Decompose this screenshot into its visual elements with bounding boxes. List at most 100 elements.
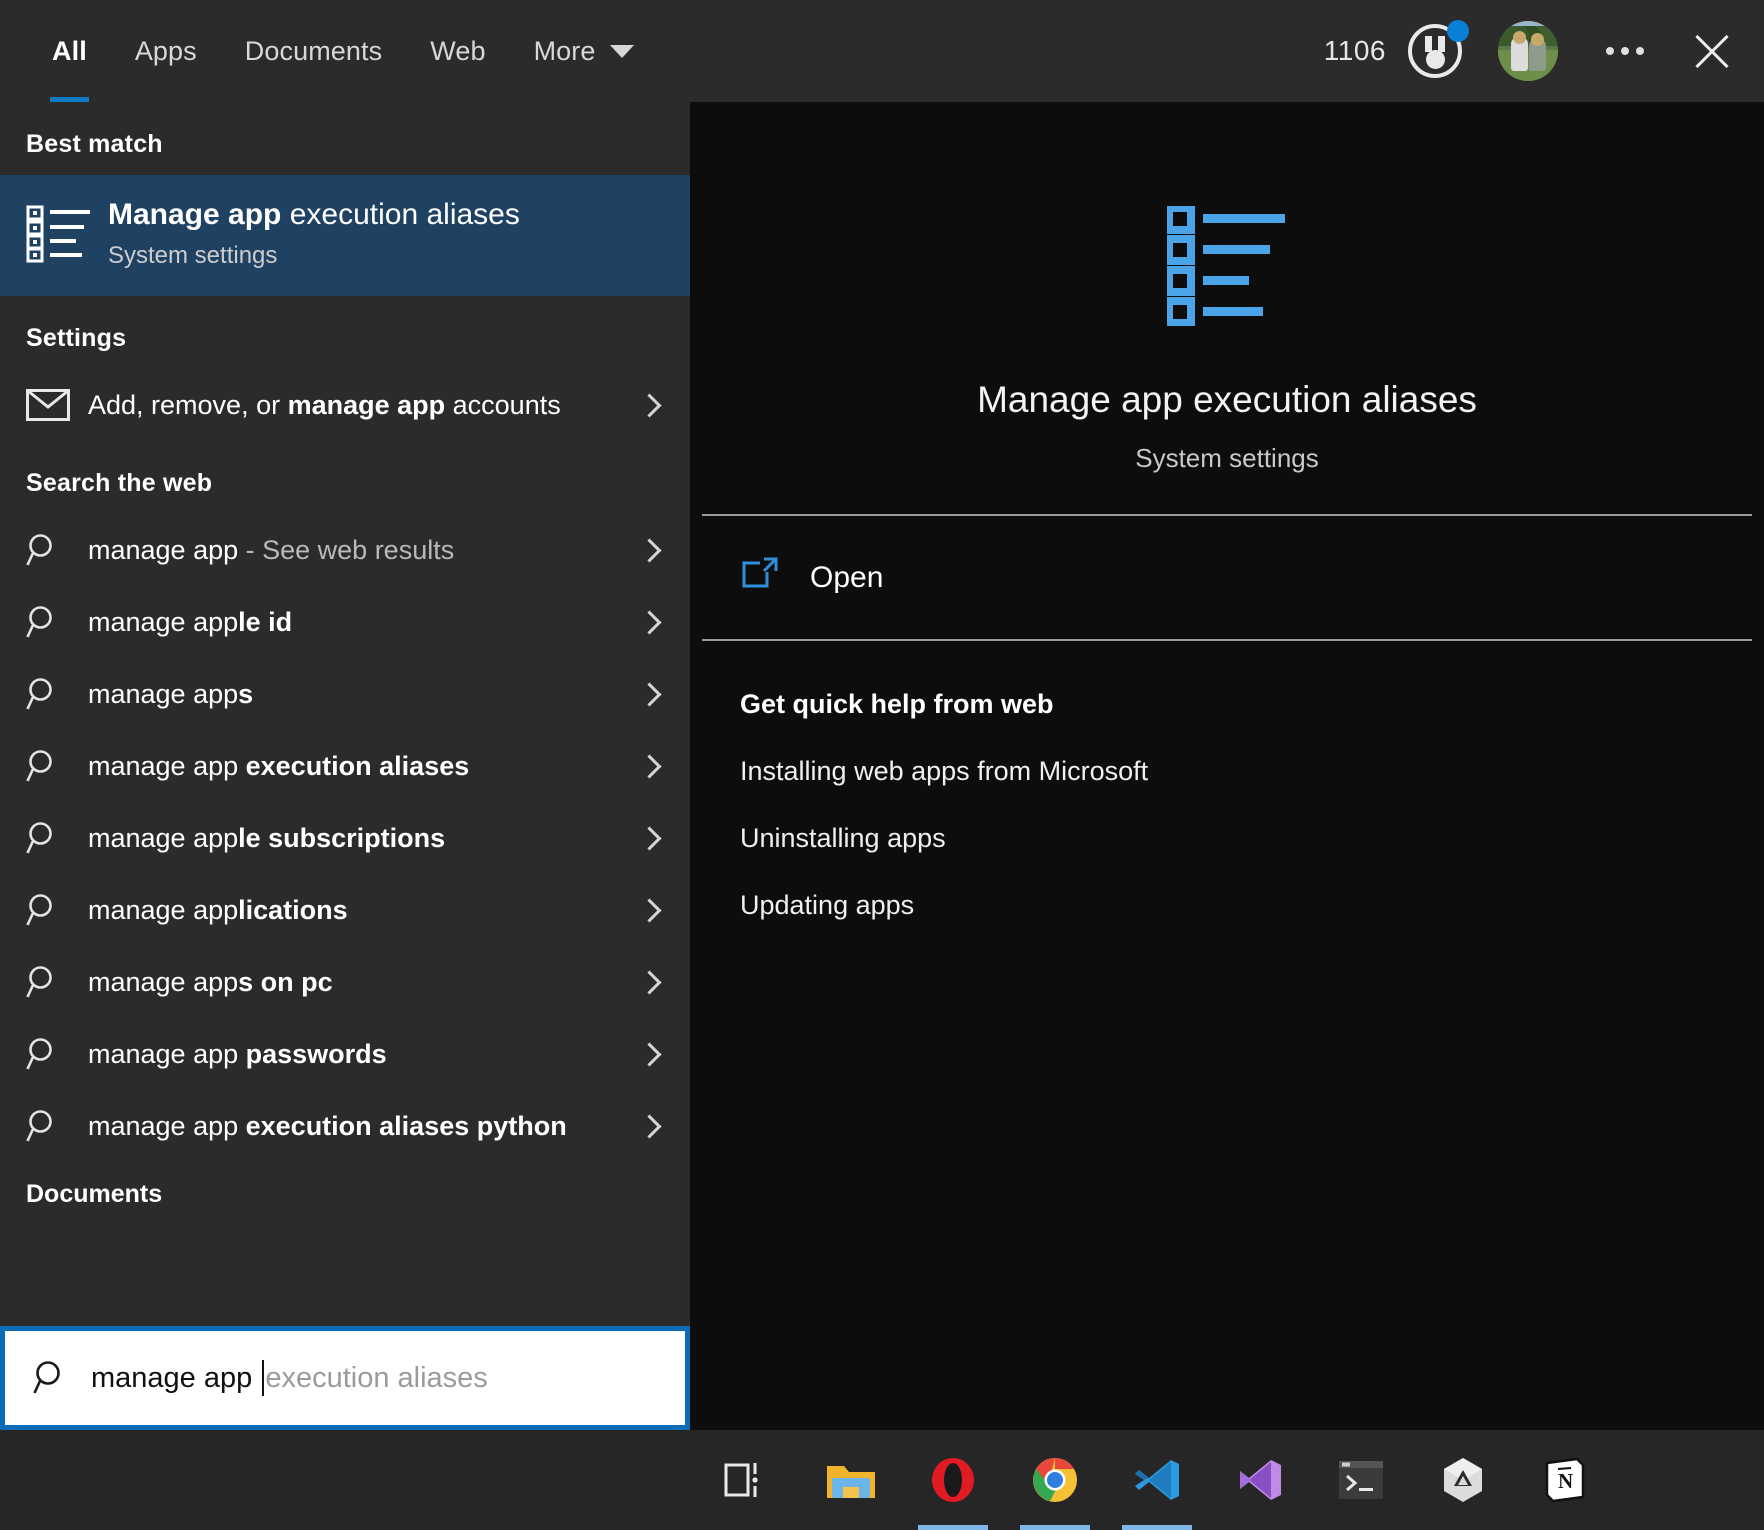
chevron-right-icon[interactable] xyxy=(636,681,662,707)
web-suggestion-bold: le id xyxy=(238,607,293,638)
best-match-title-bold: Manage app xyxy=(108,198,282,231)
chevron-right-icon[interactable] xyxy=(636,392,662,418)
web-suggestion-row[interactable]: manage apple subscriptions xyxy=(0,802,690,874)
chevron-right-icon[interactable] xyxy=(636,897,662,923)
preview-hero: Manage app execution aliases System sett… xyxy=(690,102,1764,514)
settings-result-manage-app-accounts[interactable]: Add, remove, or manage app accounts xyxy=(0,369,690,441)
chevron-down-icon xyxy=(609,44,634,58)
tab-more[interactable]: More xyxy=(510,0,658,102)
task-view-icon[interactable] xyxy=(690,1430,800,1530)
taskbar: N xyxy=(0,1430,1764,1530)
search-icon xyxy=(26,532,88,568)
header-actions: 1106 xyxy=(1324,20,1764,81)
chevron-right-icon[interactable] xyxy=(636,969,662,995)
avatar[interactable] xyxy=(1498,21,1558,81)
notification-badge xyxy=(1447,20,1469,42)
ellipsis-dot-1 xyxy=(1606,47,1614,55)
chevron-right-icon[interactable] xyxy=(636,537,662,563)
web-suggestion-bold: execution aliases python xyxy=(238,1111,567,1142)
chevron-right-icon[interactable] xyxy=(636,825,662,851)
external-link-icon xyxy=(740,556,810,599)
best-match-result[interactable]: Manage app execution aliases System sett… xyxy=(0,175,690,297)
help-link-installing-web-apps[interactable]: Installing web apps from Microsoft xyxy=(740,756,1764,787)
best-match-title: Manage app execution aliases xyxy=(108,197,520,232)
tab-documents-label: Documents xyxy=(244,35,383,66)
chevron-right-icon[interactable] xyxy=(636,753,662,779)
documents-header: Documents xyxy=(26,1180,163,1209)
web-suggestion-row[interactable]: manage app execution aliases xyxy=(0,730,690,802)
settings-result-prefix: Add, remove, or xyxy=(88,390,288,421)
web-suggestion-row[interactable]: manage apple id xyxy=(0,586,690,658)
web-suggestions-list: manage app - See web results manage apple… xyxy=(0,514,690,1162)
ellipsis-dot-3 xyxy=(1636,47,1644,55)
windows-search-overlay: All Apps Documents Web More 1106 Best ma… xyxy=(0,0,1764,1530)
chevron-right-icon[interactable] xyxy=(636,1041,662,1067)
avatar-person-two-head xyxy=(1531,33,1544,46)
web-suggestion-label: manage app passwords xyxy=(88,1036,636,1072)
web-suggestion-row[interactable]: manage applications xyxy=(0,874,690,946)
help-link-uninstalling-apps[interactable]: Uninstalling apps xyxy=(740,823,1764,854)
quick-help-section: Get quick help from web Installing web a… xyxy=(690,641,1764,921)
web-suggestion-dim: - See web results xyxy=(238,535,455,566)
vscode-icon[interactable] xyxy=(1106,1430,1208,1530)
web-suggestion-label: manage apps xyxy=(88,676,636,712)
search-icon xyxy=(26,892,88,928)
terminal-icon[interactable] xyxy=(1310,1430,1412,1530)
web-suggestion-normal: manage app xyxy=(88,967,239,998)
app-execution-aliases-list-icon xyxy=(26,197,92,268)
avatar-trees xyxy=(1498,25,1558,47)
web-suggestion-bold: lications xyxy=(238,895,348,926)
search-body: Best match Manage app execution aliases … xyxy=(0,102,1764,1430)
app-execution-aliases-list-icon-large xyxy=(1165,204,1287,331)
preview-subtitle: System settings xyxy=(1135,443,1319,473)
chevron-right-icon[interactable] xyxy=(636,609,662,635)
best-match-header: Best match xyxy=(26,130,163,158)
visual-studio-icon[interactable] xyxy=(1208,1430,1310,1530)
search-icon xyxy=(26,604,88,640)
web-suggestion-row[interactable]: manage app execution aliases python xyxy=(0,1090,690,1162)
svg-text:N: N xyxy=(1558,1469,1573,1493)
chevron-right-icon[interactable] xyxy=(636,1113,662,1139)
preview-title: Manage app execution aliases xyxy=(977,379,1477,420)
tab-all[interactable]: All xyxy=(28,0,111,102)
web-suggestion-label: manage app execution aliases xyxy=(88,748,636,784)
web-suggestion-bold: s xyxy=(238,679,254,710)
search-icon xyxy=(26,964,88,1000)
settings-result-bold: manage app xyxy=(287,390,446,421)
search-input[interactable]: manage app execution aliases xyxy=(91,1360,488,1396)
best-match-text: Manage app execution aliases System sett… xyxy=(92,197,520,270)
best-match-title-rest: execution aliases xyxy=(281,198,520,231)
search-filter-tabs: All Apps Documents Web More xyxy=(0,0,658,102)
web-suggestion-bold: execution aliases xyxy=(238,751,470,782)
tab-web-label: Web xyxy=(430,35,486,66)
tab-apps-label: Apps xyxy=(134,35,197,66)
file-explorer-icon[interactable] xyxy=(800,1430,902,1530)
web-suggestion-normal: manage app xyxy=(88,751,239,782)
web-suggestion-row[interactable]: manage app passwords xyxy=(0,1018,690,1090)
search-input-container[interactable]: manage app execution aliases xyxy=(0,1326,690,1430)
tab-documents[interactable]: Documents xyxy=(221,0,406,102)
search-results-pane: Best match Manage app execution aliases … xyxy=(0,102,690,1430)
opera-icon[interactable] xyxy=(902,1430,1004,1530)
settings-header: Settings xyxy=(26,324,127,353)
avatar-person-one-head xyxy=(1513,31,1526,44)
web-suggestion-normal: manage app xyxy=(88,1111,239,1142)
web-suggestion-row[interactable]: manage apps on pc xyxy=(0,946,690,1018)
help-link-updating-apps[interactable]: Updating apps xyxy=(740,890,1764,921)
web-suggestion-row[interactable]: manage app - See web results xyxy=(0,514,690,586)
web-suggestion-normal: manage app xyxy=(88,535,239,566)
web-suggestion-row[interactable]: manage apps xyxy=(0,658,690,730)
notion-icon[interactable]: N xyxy=(1514,1430,1616,1530)
close-icon[interactable] xyxy=(1690,29,1734,73)
unity-icon[interactable] xyxy=(1412,1430,1514,1530)
avatar-grass xyxy=(1498,49,1558,81)
open-action-button[interactable]: Open xyxy=(690,516,1764,639)
best-match-subtitle: System settings xyxy=(108,242,278,270)
chrome-icon[interactable] xyxy=(1004,1430,1106,1530)
rewards-medal-icon[interactable] xyxy=(1408,20,1469,78)
tab-apps[interactable]: Apps xyxy=(111,0,221,102)
ellipsis-dot-2 xyxy=(1621,47,1629,55)
ellipsis-icon[interactable] xyxy=(1606,47,1644,55)
tab-web[interactable]: Web xyxy=(406,0,509,102)
web-suggestion-normal: manage app xyxy=(88,823,239,854)
